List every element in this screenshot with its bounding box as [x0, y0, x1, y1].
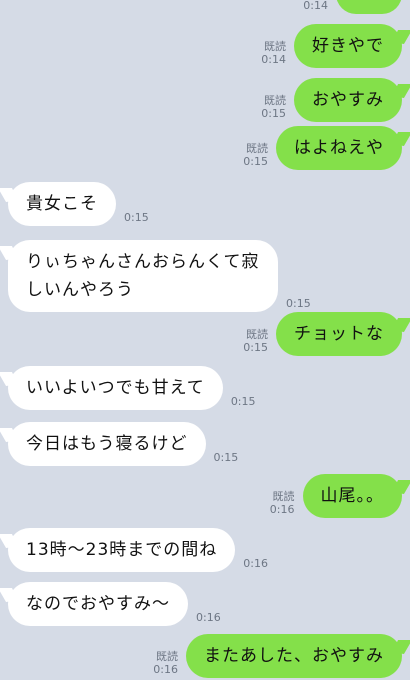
- message-time: 0:15: [124, 211, 149, 224]
- message-meta: 既読 0:15: [261, 94, 286, 120]
- message-bubble[interactable]: 山尾。。: [302, 474, 402, 518]
- message-meta: 0:16: [243, 557, 268, 570]
- message-time: 0:15: [286, 297, 311, 310]
- message-meta: 既読 0:15: [243, 328, 268, 354]
- message-time: 0:16: [243, 557, 268, 570]
- message-incoming: いいよいつでも甘えて 0:15: [8, 366, 256, 410]
- message-outgoing: 既読 0:14 好きやで: [261, 24, 402, 68]
- message-outgoing: 既読 0:15 チョットな: [243, 312, 402, 356]
- message-bubble[interactable]: なのでおやすみ〜: [8, 582, 188, 626]
- read-receipt: 既読: [246, 142, 268, 155]
- message-time: 0:15: [230, 395, 256, 408]
- message-meta: 0:15: [214, 451, 239, 464]
- message-outgoing: 既読 0:16 またあした、おやすみ: [153, 634, 402, 678]
- chat-area[interactable]: 0:14 既読 0:14 好きやで 既読 0:15 おやすみ 既読 0:15 は…: [0, 0, 410, 680]
- message-bubble[interactable]: りぃちゃんさんおらんくて寂 しいんやろう: [8, 240, 278, 312]
- message-bubble[interactable]: 今日はもう寝るけど: [8, 422, 206, 466]
- message-meta: 既読 0:16: [153, 650, 178, 676]
- message-incoming: りぃちゃんさんおらんくて寂 しいんやろう 0:15: [8, 240, 311, 312]
- message-meta: 0:16: [196, 611, 221, 624]
- message-meta: 0:15: [124, 211, 149, 224]
- read-receipt: 既読: [264, 40, 286, 53]
- message-bubble[interactable]: おやすみ: [294, 78, 402, 122]
- message-meta: 既読 0:14: [261, 40, 286, 66]
- message-time: 0:15: [261, 107, 286, 120]
- message-incoming: なのでおやすみ〜 0:16: [8, 582, 221, 626]
- message-time: 0:16: [153, 663, 178, 676]
- message-time: 0:15: [243, 341, 268, 354]
- message-time: 0:16: [196, 611, 221, 624]
- message-time: 0:14: [303, 0, 328, 12]
- message-meta: 0:15: [231, 395, 256, 408]
- message-bubble[interactable]: [336, 0, 402, 14]
- message-incoming: 貴女こそ 0:15: [8, 182, 149, 226]
- read-receipt: 既読: [264, 94, 286, 107]
- message-bubble[interactable]: いいよいつでも甘えて: [8, 366, 223, 410]
- message-bubble[interactable]: 貴女こそ: [8, 182, 116, 226]
- read-receipt: 既読: [272, 490, 295, 503]
- message-time: 0:15: [213, 451, 239, 464]
- message-time: 0:15: [243, 155, 268, 168]
- message-outgoing: 既読 0:15 はよねえや: [243, 126, 402, 170]
- message-meta: 既読 0:15: [243, 142, 268, 168]
- message-outgoing: 既読 0:15 おやすみ: [261, 78, 402, 122]
- message-time: 0:16: [269, 503, 295, 516]
- read-receipt: 既読: [246, 328, 268, 341]
- message-bubble[interactable]: 好きやで: [294, 24, 402, 68]
- read-receipt: 既読: [156, 650, 178, 663]
- message-incoming: 13時〜23時までの間ね 0:16: [8, 528, 268, 572]
- message-outgoing: 0:14: [303, 0, 402, 14]
- message-bubble[interactable]: 13時〜23時までの間ね: [8, 528, 236, 572]
- message-meta: 既読 0:16: [270, 490, 295, 516]
- message-bubble[interactable]: またあした、おやすみ: [186, 634, 402, 678]
- message-meta: 0:14: [303, 0, 328, 12]
- message-time: 0:14: [261, 53, 286, 66]
- message-bubble[interactable]: チョットな: [276, 312, 402, 356]
- message-bubble[interactable]: はよねえや: [276, 126, 402, 170]
- message-outgoing: 既読 0:16 山尾。。: [270, 474, 402, 518]
- message-meta: 0:15: [286, 297, 311, 310]
- message-incoming: 今日はもう寝るけど 0:15: [8, 422, 238, 466]
